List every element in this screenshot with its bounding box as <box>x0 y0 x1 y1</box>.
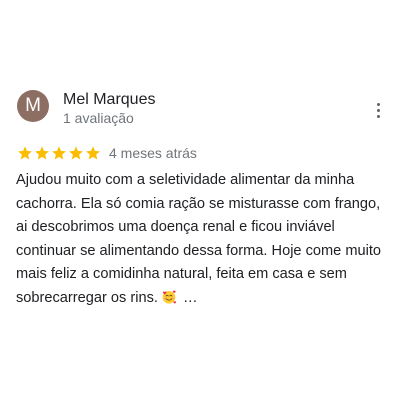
more-dot <box>376 102 380 106</box>
star-icon <box>69 146 83 160</box>
more-dot <box>376 114 380 118</box>
review-text-line: cachorra. Ela só comia ração se misturas… <box>16 195 381 212</box>
review-text-line: ai descobrimos uma doença renal e ficou … <box>16 219 335 236</box>
reviewer-review-count[interactable]: 1 avaliação <box>63 110 134 126</box>
star-rating <box>17 145 101 161</box>
star-icon <box>52 146 66 160</box>
review-text: Ajudou muito com a seletividade alimenta… <box>16 169 392 311</box>
review-text-line: sobrecarregar os rins. <box>16 289 158 306</box>
more-dot <box>376 108 380 112</box>
page: M Mel Marques 1 avaliação 4 meses atrás … <box>0 0 404 400</box>
review-date: 4 meses atrás <box>109 145 197 161</box>
star-icon <box>35 146 49 160</box>
star-icon <box>86 146 100 160</box>
read-more-ellipsis[interactable]: … <box>183 290 198 306</box>
avatar[interactable]: M <box>17 90 49 122</box>
reviewer-name[interactable]: Mel Marques <box>63 91 155 109</box>
rating-row: 4 meses atrás <box>17 144 197 162</box>
more-vert-icon[interactable] <box>364 98 392 122</box>
review-text-line: mais feliz a comidinha natural, feita em… <box>16 266 347 283</box>
review-text-line: continuar se alimentando dessa forma. Ho… <box>16 242 382 259</box>
star-icon <box>18 146 32 160</box>
review-text-last-line: sobrecarregar os rins. … <box>16 287 392 311</box>
review-text-line: Ajudou muito com a seletividade alimenta… <box>16 172 355 188</box>
review-card: M Mel Marques 1 avaliação 4 meses atrás … <box>0 0 404 400</box>
smiling-face-with-hearts-icon <box>162 290 177 304</box>
